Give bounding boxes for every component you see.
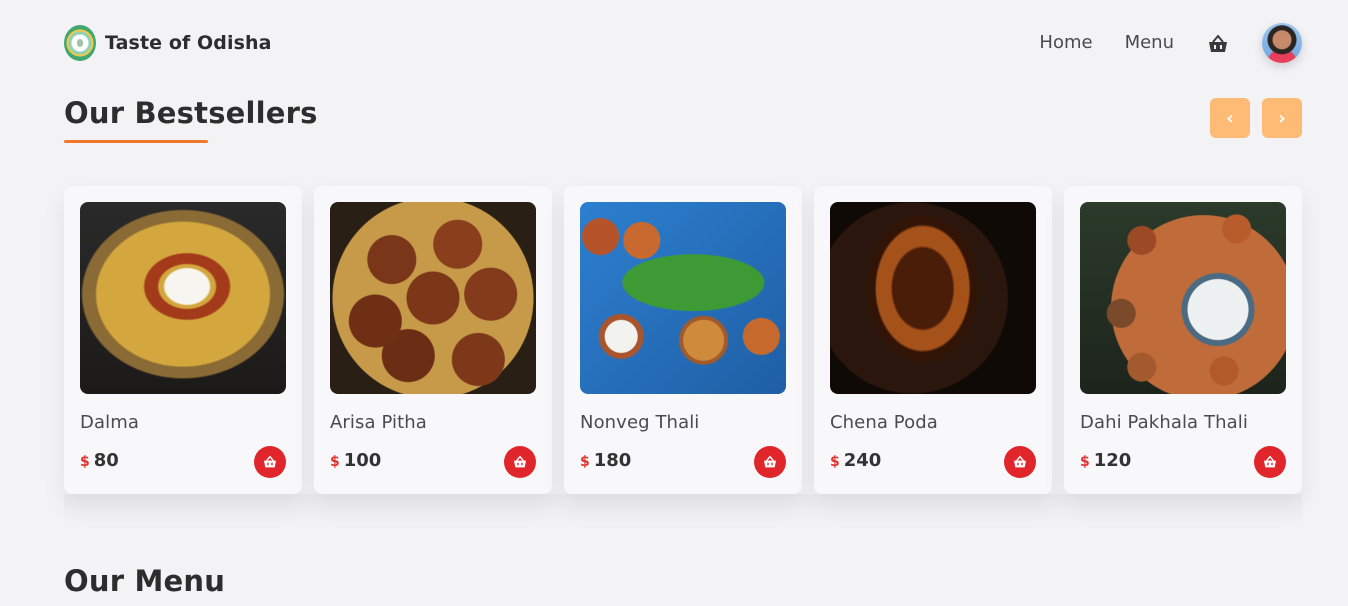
currency-symbol: $	[80, 454, 90, 470]
food-image-chena-poda	[830, 202, 1036, 394]
add-to-cart-button[interactable]	[1254, 446, 1286, 478]
food-image-dahi-pakhala-thali	[1080, 202, 1286, 394]
carousel-next-button[interactable]: ›	[1262, 98, 1302, 138]
brand[interactable]: Taste of Odisha	[64, 25, 272, 61]
main-nav: Home Menu	[1039, 22, 1302, 64]
product-name: Nonveg Thali	[580, 412, 700, 433]
title-underline	[64, 140, 208, 143]
price-amount: 120	[1093, 450, 1132, 471]
basket-icon[interactable]	[1206, 32, 1230, 56]
nav-home-link[interactable]: Home	[1039, 22, 1092, 64]
logo-icon	[64, 25, 96, 61]
currency-symbol: $	[580, 454, 590, 470]
bestsellers-title: Our Bestsellers	[64, 96, 318, 130]
product-price: $ 80	[80, 450, 119, 471]
add-to-cart-button[interactable]	[1004, 446, 1036, 478]
product-card[interactable]: Nonveg Thali $ 180	[564, 186, 802, 494]
currency-symbol: $	[830, 454, 840, 470]
site-header: Taste of Odisha Home Menu	[0, 0, 1348, 86]
product-card[interactable]: Dalma $ 80	[64, 186, 302, 494]
add-to-cart-button[interactable]	[254, 446, 286, 478]
user-avatar[interactable]	[1262, 23, 1302, 63]
product-price: $ 100	[330, 450, 381, 471]
price-amount: 100	[343, 450, 382, 471]
product-price: $ 120	[1080, 450, 1131, 471]
chevron-right-icon: ›	[1278, 107, 1286, 129]
add-to-cart-button[interactable]	[504, 446, 536, 478]
carousel-prev-button[interactable]: ‹	[1210, 98, 1250, 138]
menu-title: Our Menu	[64, 564, 226, 598]
bestsellers-carousel: Dalma $ 80 Arisa Pitha $ 100 Nonveg Thal	[64, 186, 1302, 494]
product-card[interactable]: Dahi Pakhala Thali $ 120	[1064, 186, 1302, 494]
currency-symbol: $	[330, 454, 340, 470]
product-name: Arisa Pitha	[330, 412, 427, 433]
carousel-shadow	[64, 494, 1302, 530]
currency-symbol: $	[1080, 454, 1090, 470]
food-image-arisa-pitha	[330, 202, 536, 394]
chevron-left-icon: ‹	[1226, 107, 1234, 129]
product-name: Chena Poda	[830, 412, 938, 433]
food-image-nonveg-thali	[580, 202, 786, 394]
basket-icon	[764, 455, 776, 468]
price-amount: 240	[843, 450, 882, 471]
product-card[interactable]: Chena Poda $ 240	[814, 186, 1052, 494]
basket-icon	[264, 455, 276, 468]
add-to-cart-button[interactable]	[754, 446, 786, 478]
basket-icon	[1014, 455, 1026, 468]
brand-name: Taste of Odisha	[105, 32, 272, 54]
product-price: $ 240	[830, 450, 881, 471]
price-amount: 80	[93, 450, 119, 471]
basket-icon	[514, 455, 526, 468]
product-card[interactable]: Arisa Pitha $ 100	[314, 186, 552, 494]
food-image-dalma	[80, 202, 286, 394]
product-name: Dalma	[80, 412, 139, 433]
nav-menu-link[interactable]: Menu	[1125, 22, 1174, 64]
price-amount: 180	[593, 450, 632, 471]
product-price: $ 180	[580, 450, 631, 471]
basket-icon	[1264, 455, 1276, 468]
product-name: Dahi Pakhala Thali	[1080, 412, 1248, 433]
